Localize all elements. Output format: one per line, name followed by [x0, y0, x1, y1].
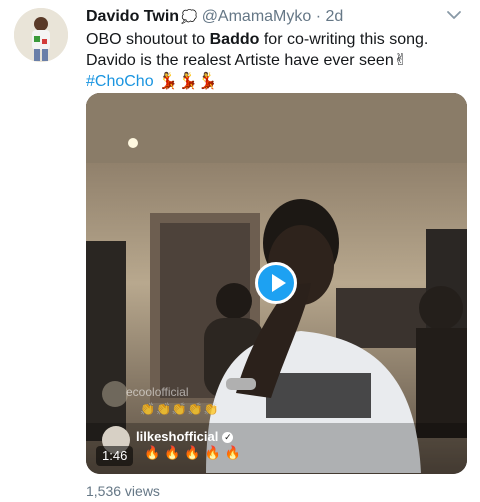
overlay-comment-emojis: 🔥🔥🔥🔥🔥: [144, 445, 245, 460]
overlay-comment-user: lilkeshofficial: [136, 429, 219, 444]
tweet-text-emojis: 💃💃💃: [153, 73, 218, 90]
timestamp[interactable]: 2d: [326, 8, 344, 25]
chevron-down-icon[interactable]: [446, 9, 462, 21]
tweet-text-mention: Baddo: [209, 31, 260, 48]
overlay-comment-emojis-faded: 👏👏👏👏👏: [140, 402, 220, 416]
hashtag-link[interactable]: #ChoCho: [86, 73, 154, 90]
play-icon[interactable]: [255, 262, 297, 304]
video-duration: 1:46: [96, 446, 134, 466]
video-player[interactable]: ecoolofficial 👏👏👏👏👏 lilkeshofficial ✓ 🔥🔥🔥…: [86, 93, 467, 474]
user-handle[interactable]: @AmamaMyko: [202, 8, 312, 25]
overlay-comment: lilkeshofficial ✓: [136, 429, 234, 444]
view-count: 1,536 views: [86, 483, 160, 499]
tweet-text: OBO shoutout to Baddo for co-writing thi…: [86, 29, 466, 92]
avatar[interactable]: [14, 8, 68, 62]
profile-badge-icon: 💭: [181, 9, 198, 24]
tweet-text-part1: OBO shoutout to: [86, 31, 210, 48]
tweet-card[interactable]: Davido Twin 💭 @AmamaMyko · 2d OBO shoutou…: [0, 0, 480, 502]
tweet-header: Davido Twin 💭 @AmamaMyko · 2d: [86, 7, 450, 29]
avatar-image: [14, 8, 68, 62]
overlay-comment-user-faded: ecoolofficial: [126, 385, 189, 399]
display-name[interactable]: Davido Twin: [86, 8, 179, 25]
verified-icon: ✓: [222, 432, 234, 444]
separator-dot: ·: [315, 8, 322, 25]
comment-avatar-faded: [102, 381, 128, 407]
